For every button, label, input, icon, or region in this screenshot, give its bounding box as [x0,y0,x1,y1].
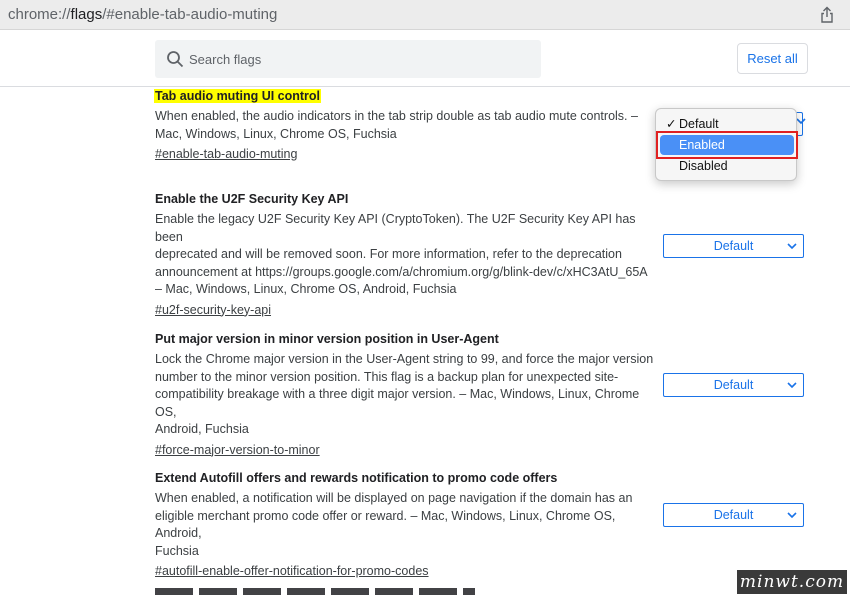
url-text[interactable]: chrome://flags/#enable-tab-audio-muting [8,6,277,23]
option-label: Default [679,117,719,131]
flag-description: Enable the legacy U2F Security Key API (… [155,212,648,296]
url-host: flags [70,6,103,23]
flag-select-u2f-security-key-api[interactable]: Default [663,234,804,258]
annotation-highlight-box [656,131,798,159]
flag-permalink[interactable]: #force-major-version-to-minor [155,443,320,457]
flag-permalink[interactable]: #u2f-security-key-api [155,303,271,317]
select-value: Default [713,239,754,253]
flag-permalink[interactable]: #autofill-enable-offer-notification-for-… [155,564,429,578]
select-value: Default [713,508,754,522]
chevron-down-icon [787,512,797,519]
flag-force-major-version-to-minor: Put major version in minor version posit… [155,331,655,459]
url-scheme: chrome:// [8,6,71,23]
flag-description: When enabled, a notification will be dis… [155,491,633,558]
share-icon[interactable] [818,6,836,24]
flag-title: Tab audio muting UI control [154,89,322,103]
flag-title: Enable the U2F Security Key API [155,192,349,206]
address-bar[interactable]: chrome://flags/#enable-tab-audio-muting [0,0,850,30]
search-input[interactable] [189,40,529,78]
flag-permalink[interactable]: #enable-tab-audio-muting [155,147,297,161]
next-flag-title-cutoff [155,588,475,595]
flag-select-force-major-version-to-minor[interactable]: Default [663,373,804,397]
select-value: Default [713,378,754,392]
watermark-logo: minwt.com [737,570,847,594]
flag-tab-audio-muting: Tab audio muting UI control When enabled… [154,87,655,163]
option-label: Disabled [679,159,728,173]
flag-autofill-offer-notification-promo-codes: Extend Autofill offers and rewards notif… [155,470,655,580]
search-icon [167,51,184,68]
flag-title-wrapper: Tab audio muting UI control [154,87,655,105]
flag-select-autofill-offer-notification[interactable]: Default [663,503,804,527]
flag-title: Extend Autofill offers and rewards notif… [155,471,558,485]
chevron-down-icon [787,243,797,250]
url-fragment: /#enable-tab-audio-muting [102,6,278,23]
flag-title: Put major version in minor version posit… [155,332,499,346]
reset-all-button[interactable]: Reset all [737,43,808,74]
chevron-down-icon [796,118,806,125]
flag-description: When enabled, the audio indicators in th… [155,109,638,141]
chevron-down-icon [787,382,797,389]
flag-u2f-security-key-api: Enable the U2F Security Key API Enable t… [155,191,655,319]
search-box[interactable] [155,40,541,78]
flag-description: Lock the Chrome major version in the Use… [155,352,654,436]
dropdown-option-disabled[interactable]: Disabled [660,156,794,176]
